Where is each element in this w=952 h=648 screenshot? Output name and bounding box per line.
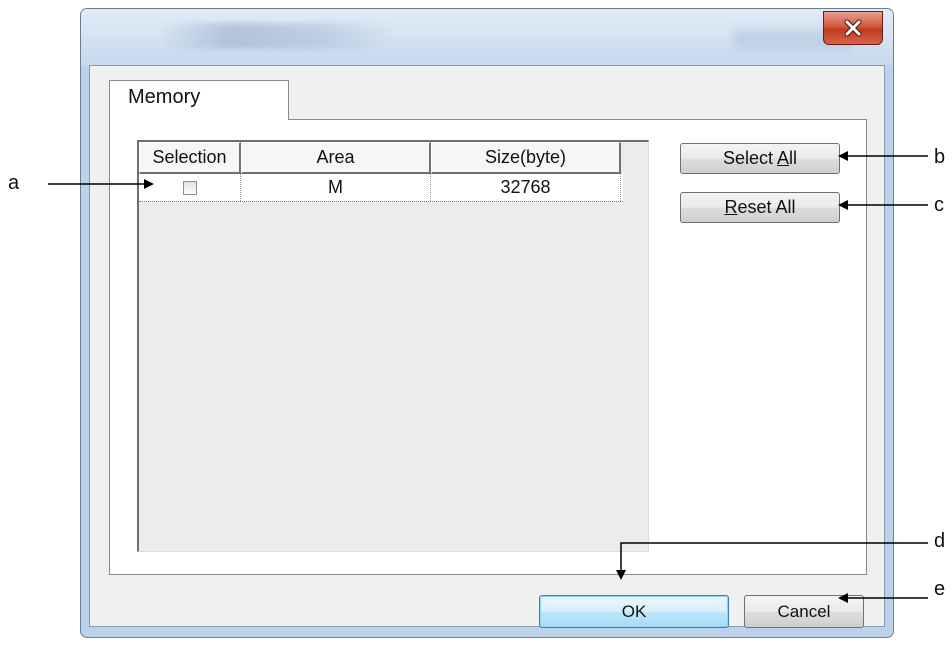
- table-row[interactable]: M 32768: [139, 174, 623, 202]
- memory-tab-panel: Selection Area Size(byte) M 32768 Select…: [109, 119, 867, 575]
- blurred-title: [161, 23, 391, 49]
- tab-memory[interactable]: Memory: [109, 80, 289, 120]
- selection-checkbox[interactable]: [182, 180, 197, 195]
- dialog-client-area: Memory Selection Area Size(byte) M 32768: [89, 65, 885, 628]
- area-cell: M: [241, 174, 431, 201]
- column-header-selection[interactable]: Selection: [139, 142, 241, 174]
- size-cell: 32768: [431, 174, 621, 201]
- close-button[interactable]: [823, 11, 883, 45]
- annotation-label-d: d: [934, 530, 946, 552]
- column-header-area[interactable]: Area: [241, 142, 431, 174]
- annotation-label-b: b: [934, 146, 946, 168]
- column-header-size[interactable]: Size(byte): [431, 142, 621, 174]
- select-all-button[interactable]: Select All: [680, 143, 840, 174]
- annotation-label-c: c: [934, 194, 944, 216]
- ok-button[interactable]: OK: [539, 595, 729, 628]
- memory-grid[interactable]: Selection Area Size(byte) M 32768: [137, 140, 649, 552]
- dialog-window: Memory Selection Area Size(byte) M 32768: [80, 8, 894, 638]
- reset-all-label: Reset All: [724, 197, 796, 217]
- grid-header: Selection Area Size(byte): [139, 142, 648, 174]
- close-icon: [842, 19, 864, 37]
- cancel-button[interactable]: Cancel: [744, 595, 864, 628]
- title-bar[interactable]: [81, 9, 893, 65]
- annotation-label-a: a: [8, 172, 20, 194]
- tab-memory-label: Memory: [128, 86, 201, 108]
- selection-cell: [139, 174, 241, 201]
- annotation-label-e: e: [934, 578, 946, 600]
- reset-all-button[interactable]: Reset All: [680, 192, 840, 223]
- select-all-label: Select All: [722, 148, 798, 168]
